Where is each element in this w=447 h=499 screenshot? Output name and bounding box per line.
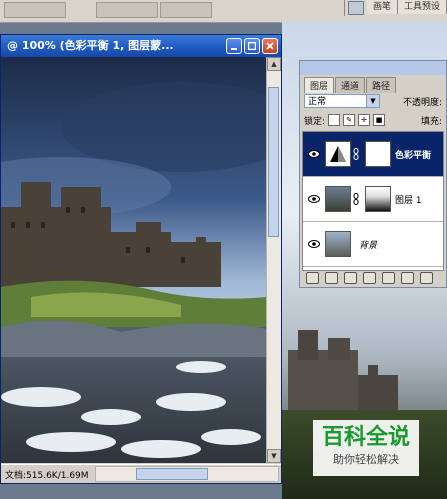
status-bar: 文档:515.6K/1.69M xyxy=(1,464,281,483)
tab-channels[interactable]: 通道 xyxy=(335,77,366,93)
document-titlebar[interactable]: @ 100% (色彩平衡 1, 图层蒙... xyxy=(1,35,281,57)
chain-link-icon[interactable] xyxy=(353,193,359,205)
trash-icon[interactable] xyxy=(420,272,433,284)
tab-layers[interactable]: 图层 xyxy=(304,77,335,93)
toolbar-stub xyxy=(160,2,212,18)
visibility-eye-icon[interactable] xyxy=(307,192,321,206)
maximize-button[interactable] xyxy=(244,38,260,54)
vertical-scrollbar[interactable]: ▲ ▼ xyxy=(266,57,281,463)
background-castle-image xyxy=(288,330,398,420)
background-thumbnail xyxy=(325,231,351,257)
app-top-strip: 画笔 工具预设 xyxy=(0,0,447,23)
close-icon xyxy=(266,42,274,50)
blend-mode-select[interactable]: 正常 ▼ xyxy=(304,94,380,108)
visibility-eye-icon[interactable] xyxy=(307,147,321,161)
horizontal-scroll-thumb[interactable] xyxy=(136,468,208,480)
add-mask-icon[interactable] xyxy=(344,272,357,284)
visibility-eye-icon[interactable] xyxy=(307,237,321,251)
new-layer-icon[interactable] xyxy=(401,272,414,284)
maximize-icon xyxy=(248,42,256,50)
layers-panel: 图层 通道 路径 正常 ▼ 不透明度: 锁定: ✎ ✛ ■ 填充: 色彩平衡 图… xyxy=(299,60,447,288)
horizontal-scrollbar[interactable] xyxy=(95,466,279,482)
adjustment-layer-icon[interactable] xyxy=(363,272,376,284)
lock-transparency-icon[interactable] xyxy=(328,114,341,126)
watermark-brand: 百科全说 xyxy=(321,425,410,450)
scroll-up-arrow-icon[interactable]: ▲ xyxy=(267,57,281,71)
document-size-status: 文档:515.6K/1.69M xyxy=(5,470,89,481)
document-title: @ 100% (色彩平衡 1, 图层蒙... xyxy=(7,39,174,52)
lock-brush-icon[interactable]: ✎ xyxy=(343,114,356,126)
layer-style-icon[interactable] xyxy=(325,272,338,284)
chain-link-icon[interactable] xyxy=(353,148,359,160)
layer-mask-thumbnail[interactable] xyxy=(365,186,391,212)
layer-name: 背景 xyxy=(359,240,378,251)
chevron-down-icon[interactable]: ▼ xyxy=(366,95,379,107)
new-group-icon[interactable] xyxy=(382,272,395,284)
palette-well-icon xyxy=(347,1,364,15)
close-button[interactable] xyxy=(262,38,278,54)
layer-row-color-balance[interactable]: 色彩平衡 xyxy=(303,132,443,177)
lock-all-icon[interactable]: ■ xyxy=(373,114,386,126)
fill-label: 填充: xyxy=(420,116,442,127)
toolbar-stub xyxy=(4,2,66,18)
layer-thumbnail xyxy=(325,186,351,212)
layers-panel-footer xyxy=(302,271,444,285)
layers-panel-header[interactable] xyxy=(300,61,446,75)
opacity-label: 不透明度: xyxy=(402,97,442,108)
watermark: 百科全说 助你轻松解决 xyxy=(313,420,419,476)
layers-panel-tabs: 图层 通道 路径 xyxy=(304,77,397,93)
lock-move-icon[interactable]: ✛ xyxy=(358,114,371,126)
tab-paths[interactable]: 路径 xyxy=(366,77,397,93)
lock-label: 锁定: xyxy=(304,116,326,127)
layer-mask-thumbnail[interactable] xyxy=(365,141,391,167)
scroll-down-arrow-icon[interactable]: ▼ xyxy=(267,449,281,463)
link-layers-icon[interactable] xyxy=(306,272,319,284)
document-window: @ 100% (色彩平衡 1, 图层蒙... ▲ ▼ 文档:515.6K/1.6… xyxy=(0,34,282,484)
palette-well: 画笔 工具预设 xyxy=(343,0,447,16)
layer-name: 色彩平衡 xyxy=(395,150,432,161)
palette-tab-brushes[interactable]: 画笔 xyxy=(366,0,398,14)
color-balance-adjustment-icon xyxy=(325,141,351,167)
minimize-button[interactable] xyxy=(226,38,242,54)
minimize-icon xyxy=(231,48,237,50)
blend-mode-value: 正常 xyxy=(308,97,327,107)
layer-name: 图层 1 xyxy=(395,195,422,206)
document-canvas[interactable] xyxy=(1,57,267,463)
palette-tab-tool-presets[interactable]: 工具预设 xyxy=(397,0,447,14)
watermark-subtitle: 助你轻松解决 xyxy=(333,453,399,466)
layer-list: 色彩平衡 图层 1 背景 xyxy=(302,131,444,271)
layer-row-layer-1[interactable]: 图层 1 xyxy=(303,177,443,222)
toolbar-stub xyxy=(96,2,158,18)
layer-row-background[interactable]: 背景 xyxy=(303,222,443,267)
vertical-scroll-thumb[interactable] xyxy=(268,87,279,237)
